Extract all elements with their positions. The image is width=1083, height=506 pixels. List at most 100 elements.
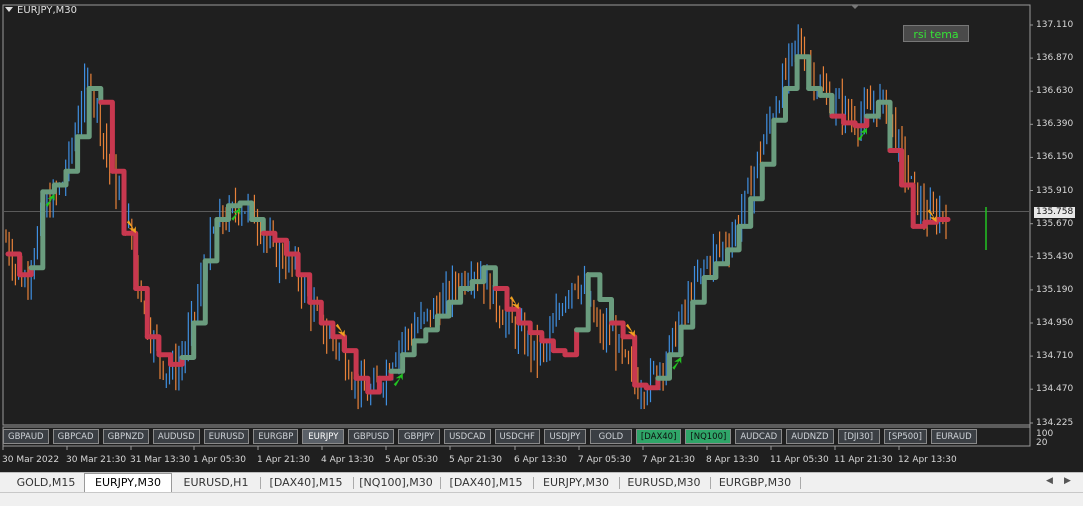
tab-separator: [800, 477, 801, 489]
time-tick-label: 1 Apr 05:30: [193, 455, 246, 465]
current-price-label: 135.758: [1034, 207, 1076, 218]
trend-line-segment: [899, 182, 916, 229]
time-tick-label: 8 Apr 13:30: [706, 455, 759, 465]
chart-title: EURJPY,M30: [5, 4, 77, 18]
time-tick-label: 4 Apr 13:30: [321, 455, 374, 465]
tab-separator: [260, 477, 261, 489]
buy-arrow-icon: [857, 127, 867, 141]
chart-tab-eurjpym30[interactable]: EURJPY,M30: [535, 474, 617, 492]
price-tick-label: 134.225: [1036, 418, 1074, 428]
price-tick-label: 134.470: [1036, 384, 1074, 395]
symbol-button-usdjpy[interactable]: USDJPY: [543, 429, 586, 444]
price-tick-label: 136.630: [1036, 86, 1074, 97]
time-tick-label: 7 Apr 05:30: [578, 455, 631, 465]
time-tick-label: 11 Apr 05:30: [770, 455, 829, 465]
time-tick-label: 7 Apr 21:30: [642, 455, 695, 465]
chart-tab-dax40m15[interactable]: [DAX40],M15: [442, 474, 530, 492]
time-tick-label: 30 Mar 2022: [2, 455, 60, 465]
chart-tab-dax40m15[interactable]: [DAX40],M15: [262, 474, 350, 492]
chart-window[interactable]: EURJPY,M30 rsi tema GBPAUD GBPCAD GBPNZD AU…: [0, 0, 1083, 472]
collapse-triangle-icon[interactable]: [5, 7, 13, 12]
symbol-button-audnzd[interactable]: AUDNZD: [786, 429, 834, 444]
price-tick-label: 135.670: [1036, 218, 1074, 229]
trend-line-segment: [121, 230, 139, 291]
price-tick-label: 137.110: [1036, 20, 1074, 30]
price-chart[interactable]: [0, 0, 1083, 472]
symbol-button-gbpcad[interactable]: GBPCAD: [52, 429, 99, 444]
trend-line-segment: [783, 54, 800, 91]
chart-tab-eurusdm30[interactable]: EURUSD,M30: [621, 474, 707, 492]
trend-line-segment: [887, 148, 905, 188]
chart-tab-bar: GOLD,M15 EURJPY,M30 EURUSD,H1 [DAX40],M15 [N…: [0, 472, 1083, 494]
buy-arrow-icon: [672, 356, 682, 370]
status-strip: [0, 492, 1083, 506]
time-tick-label: 5 Apr 05:30: [385, 455, 438, 465]
trend-line-segment: [75, 86, 92, 140]
symbol-button-dji30[interactable]: [DJI30]: [837, 429, 880, 444]
chart-tab-eurgbpm30[interactable]: EURGBP,M30: [712, 474, 798, 492]
time-tick-label: 1 Apr 21:30: [257, 455, 310, 465]
time-tick-label: 30 Mar 21:30: [66, 455, 127, 465]
time-tick-label: 5 Apr 21:30: [449, 455, 502, 465]
tab-scroll-left-icon[interactable]: ◀: [1046, 476, 1053, 486]
trend-line-segment: [342, 348, 359, 381]
chart-tab-eurusdh1[interactable]: EURUSD,H1: [175, 474, 257, 492]
tab-separator: [710, 477, 711, 489]
price-tick-label: 135.910: [1036, 185, 1074, 196]
time-tick-label: 12 Apr 13:30: [898, 455, 957, 465]
price-tick-label: 136.870: [1036, 53, 1074, 64]
symbol-button-eurgbp[interactable]: EURGBP: [253, 429, 299, 444]
trend-line-segment: [109, 168, 127, 236]
price-tick-label: 135.430: [1036, 251, 1074, 262]
trend-line-segment: [713, 247, 730, 267]
trend-line-segment: [446, 286, 464, 305]
plot-frame: [2, 4, 1031, 426]
symbol-button-gbpaud[interactable]: GBPAUD: [3, 429, 49, 444]
chart-tab-nq100m30[interactable]: [NQ100],M30: [355, 474, 437, 492]
tab-separator: [533, 477, 534, 489]
time-tick-label: 31 Mar 13:30: [130, 455, 191, 465]
symbol-button-gbpjpy[interactable]: GBPJPY: [398, 429, 441, 444]
symbol-button-usdcad[interactable]: USDCAD: [444, 429, 491, 444]
symbol-button-dax40[interactable]: [DAX40]: [635, 429, 682, 444]
tab-separator: [440, 477, 441, 489]
symbol-button-eurjpy[interactable]: EURJPY: [302, 429, 345, 444]
price-tick-label: 136.150: [1036, 152, 1074, 163]
symbol-button-audcad[interactable]: AUDCAD: [735, 429, 783, 444]
trend-line-segment: [51, 168, 69, 188]
tab-separator: [619, 477, 620, 489]
time-tick-label: 11 Apr 21:30: [834, 455, 893, 465]
subwindow-level-20: 20: [1036, 438, 1048, 448]
trend-line-segment: [191, 258, 208, 326]
symbol-button-usdchf[interactable]: USDCHF: [494, 429, 540, 444]
tab-scroll-right-icon[interactable]: ▶: [1064, 476, 1071, 486]
symbol-button-gold[interactable]: GOLD: [589, 429, 632, 444]
symbol-button-audusd[interactable]: AUDUSD: [152, 429, 200, 444]
symbol-button-gbpnzd[interactable]: GBPNZD: [102, 429, 149, 444]
trend-line-segment: [295, 272, 313, 305]
buy-arrow-icon: [393, 373, 403, 387]
trend-line-segment: [202, 217, 220, 264]
chart-tab-goldm15[interactable]: GOLD,M15: [7, 474, 85, 492]
trend-line-segment: [5, 251, 23, 278]
rsi-tema-button[interactable]: rsi tema: [903, 25, 969, 42]
trend-line-segment: [864, 99, 881, 119]
trend-line-segment: [678, 299, 696, 330]
time-tick-label: 6 Apr 13:30: [514, 455, 567, 465]
price-tick-label: 134.710: [1036, 351, 1074, 362]
chart-title-text: EURJPY,M30: [17, 5, 77, 16]
symbol-button-euraud[interactable]: EURAUD: [930, 429, 977, 444]
price-tick-label: 136.390: [1036, 119, 1074, 130]
price-tick-label: 135.190: [1036, 284, 1074, 295]
tab-separator: [353, 477, 354, 489]
trend-line-segment: [492, 286, 510, 312]
chart-tab-eurjpym30[interactable]: EURJPY,M30: [84, 473, 172, 494]
trend-line-segment: [748, 161, 765, 202]
trend-line-segment: [144, 334, 162, 358]
symbol-button-nq100[interactable]: [NQ100]: [685, 429, 732, 444]
trend-line-segment: [597, 297, 614, 326]
symbol-button-sp500[interactable]: [SP500]: [883, 429, 927, 444]
symbol-button-eurusd[interactable]: EURUSD: [203, 429, 250, 444]
price-tick-label: 134.950: [1036, 318, 1074, 328]
symbol-button-gbpusd[interactable]: GBPUSD: [348, 429, 395, 444]
